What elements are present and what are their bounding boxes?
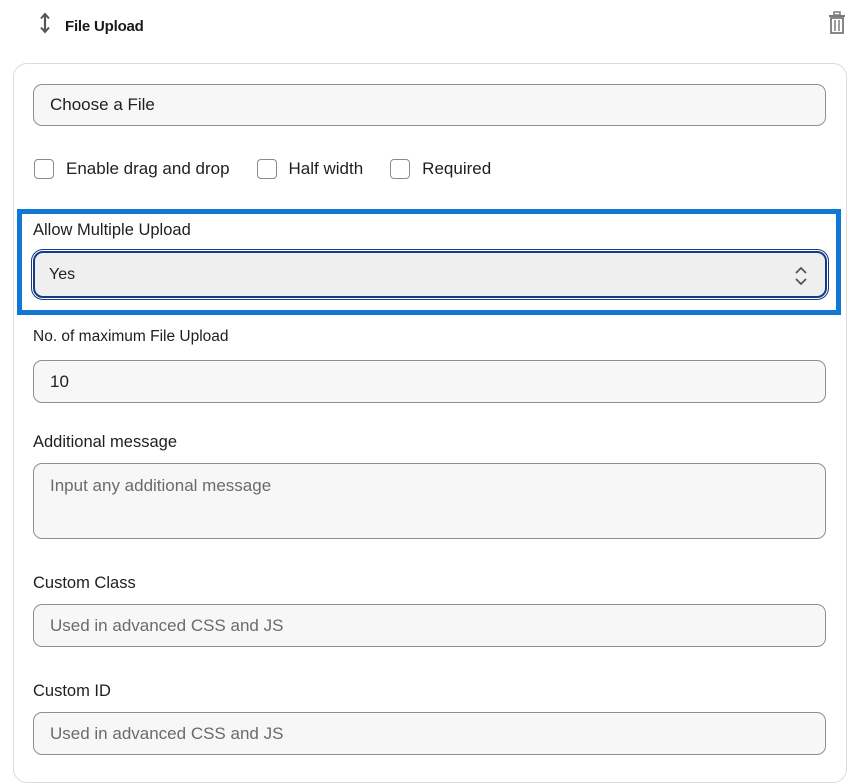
additional-message-label: Additional message [33,433,178,451]
max-uploads-input[interactable]: 10 [33,360,826,403]
half-width-label: Half width [288,159,364,178]
allow-multiple-select[interactable]: Yes [31,249,829,300]
required-checkbox[interactable] [390,159,411,179]
allow-multiple-label: Allow Multiple Upload [33,221,191,239]
drag-drop-option[interactable]: Enable drag and drop [34,159,230,179]
drag-drop-label: Enable drag and drop [66,159,230,178]
required-option[interactable]: Required [390,159,491,179]
custom-class-input[interactable]: Used in advanced CSS and JS [33,604,826,647]
select-updown-icon [795,266,807,286]
half-width-checkbox[interactable] [256,159,277,179]
custom-id-input[interactable]: Used in advanced CSS and JS [33,712,826,755]
max-uploads-label: No. of maximum File Upload [33,328,229,345]
allow-multiple-value: Yes [49,265,76,283]
custom-class-label: Custom Class [33,574,136,592]
additional-message-textarea[interactable]: Input any additional message [33,463,826,539]
drag-vertical-icon[interactable] [36,12,54,34]
required-label: Required [422,159,492,178]
custom-id-label: Custom ID [33,682,111,700]
field-header: File Upload [0,0,860,56]
trash-icon[interactable] [826,11,848,35]
choose-file-input[interactable]: Choose a File [33,84,826,126]
drag-drop-checkbox[interactable] [34,159,54,179]
field-title: File Upload [65,18,144,35]
half-width-option[interactable]: Half width [256,159,364,179]
options-checkbox-row: Enable drag and drop Half width Required [34,156,518,182]
